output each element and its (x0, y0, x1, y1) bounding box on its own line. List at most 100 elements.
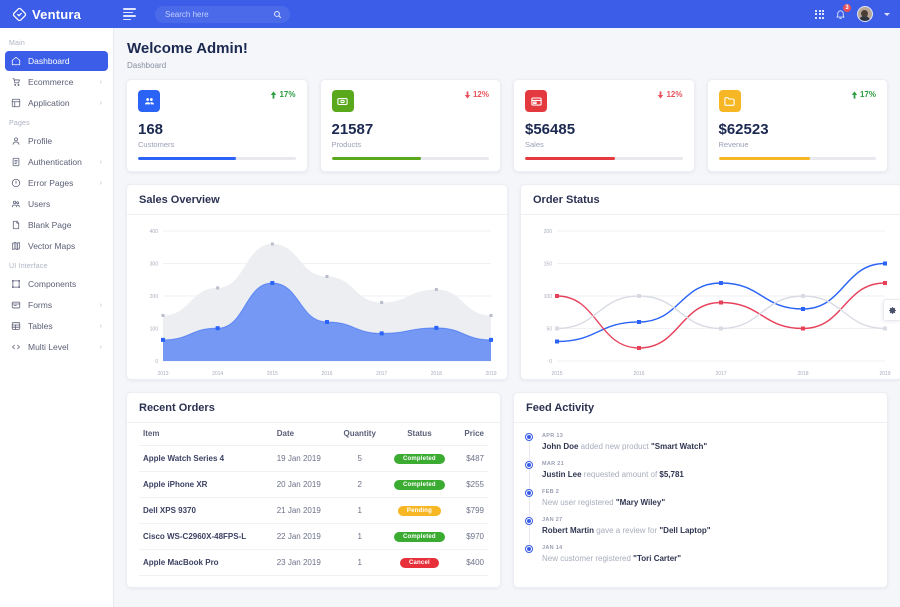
chart-row: Sales Overview 0 100 200 300 400 2013 2014 2015… (126, 183, 900, 380)
feed-action: gave a review for (594, 525, 660, 535)
home-icon (11, 56, 21, 66)
feed-target: "Tori Carter" (633, 553, 682, 563)
feed-target: "Mary Wiley" (615, 497, 666, 507)
feed-item[interactable]: MAR 21 Justin Lee requested amount of $5,… (524, 461, 879, 479)
sidebar-item-forms[interactable]: Forms › (5, 295, 108, 315)
chevron-right-icon: › (99, 301, 102, 309)
stat-trend: 17% (851, 90, 876, 99)
order-price: $255 (454, 471, 488, 498)
feed-item[interactable]: FEB 2 New user registered "Mary Wiley" (524, 489, 879, 507)
svg-text:2017: 2017 (376, 371, 387, 377)
feed-item[interactable]: JAN 14 New customer registered "Tori Cart… (524, 545, 879, 563)
recent-orders-table-wrap: Item Date Quantity Status Price Apple Watch … (127, 422, 500, 587)
sidebar-section-label: Main (9, 40, 25, 47)
stat-card-row: 17% 168 Customers 12% 21587 Products 12% $56485… (126, 79, 888, 172)
order-status-chart[interactable]: 0 50 100 150 200 2015 2016 2017 2018 2019 (521, 215, 900, 385)
grid-apps-icon[interactable] (815, 9, 824, 19)
status-badge: Completed (394, 479, 445, 490)
stat-value: 168 (138, 121, 164, 138)
svg-text:400: 400 (150, 229, 159, 235)
search-box[interactable] (155, 5, 290, 23)
sidebar-item-label: Vector Maps (28, 241, 76, 251)
status-badge: Completed (394, 453, 445, 464)
feed-actor: John Doe (542, 441, 579, 451)
grid-icon (11, 98, 21, 108)
order-item: Apple iPhone XR (139, 471, 273, 498)
recent-orders-table: Item Date Quantity Status Price Apple Watch … (139, 422, 488, 576)
sidebar-item-components[interactable]: Components (5, 274, 108, 294)
sidebar-item-vector-maps[interactable]: Vector Maps (5, 236, 108, 256)
chevron-right-icon: › (99, 179, 102, 187)
sidebar-section-label: Pages (9, 120, 30, 127)
feed-text: New user registered "Mary Wiley" (542, 498, 879, 507)
sidebar-item-ecommerce[interactable]: Ecommerce › (5, 72, 108, 92)
sidebar-item-authentication[interactable]: Authentication › (5, 152, 108, 172)
table-row[interactable]: Apple iPhone XR 20 Jan 2019 2 Completed $255 (139, 471, 488, 498)
stat-progress-bar (718, 157, 876, 160)
sidebar-item-label: Tables (28, 321, 53, 331)
feed-action: added new product (578, 441, 651, 451)
svg-text:2016: 2016 (633, 371, 644, 377)
sidebar-item-blank-page[interactable]: Blank Page (5, 215, 108, 235)
sidebar-item-profile[interactable]: Profile (5, 131, 108, 151)
order-status-cell: Completed (384, 523, 455, 550)
diamond-check-logo-icon (12, 7, 27, 22)
table-row[interactable]: Apple MacBook Pro 23 Jan 2019 1 Cancel $400 (139, 549, 488, 576)
sidebar-section-label: UI Interface (9, 263, 48, 270)
sidebar-item-multi-level[interactable]: Multi Level › (5, 337, 108, 357)
table-row[interactable]: Apple Watch Series 4 19 Jan 2019 5 Complete… (139, 445, 488, 472)
sidebar-item-label: Application (28, 98, 70, 108)
chevron-right-icon: › (99, 322, 102, 330)
sidebar-item-tables[interactable]: Tables › (5, 316, 108, 336)
sidebar-item-error-pages[interactable]: Error Pages › (5, 173, 108, 193)
feed-activity-panel: Feed Activity APR 13 John Doe added new p… (513, 391, 888, 588)
sidebar-item-label: Error Pages (28, 178, 74, 188)
file-lock-icon (11, 157, 21, 167)
sidebar-item-dashboard[interactable]: Dashboard (5, 51, 108, 71)
avatar[interactable] (857, 6, 873, 22)
feed-text: Robert Martin gave a review for "Dell La… (542, 526, 879, 535)
order-date: 21 Jan 2019 (272, 497, 336, 524)
feed-date: FEB 2 (542, 488, 560, 495)
sidebar-item-label: Multi Level (28, 342, 69, 352)
svg-text:200: 200 (150, 294, 159, 300)
feed-text: Justin Lee requested amount of $5,781 (542, 470, 879, 479)
main-content: Welcome Admin! Dashboard 17% 168 Customers… (114, 28, 900, 607)
table-row[interactable]: Dell XPS 9370 21 Jan 2019 1 Pending $799 (139, 497, 488, 524)
stat-card-sales: 12% $56485 Sales (513, 79, 695, 172)
brand-logo[interactable]: Ventura (0, 0, 115, 28)
feed-text: New customer registered "Tori Carter" (542, 554, 879, 563)
sidebar-item-application[interactable]: Application › (5, 93, 108, 113)
sales-overview-panel: Sales Overview 0 100 200 300 400 2013 2014 2015… (126, 183, 508, 380)
credit-card-icon (525, 90, 547, 112)
stat-card-top: 17% (718, 90, 876, 112)
feed-item[interactable]: APR 13 John Doe added new product "Smart … (524, 433, 879, 451)
stat-card-top: 12% (331, 90, 489, 112)
sales-overview-chart[interactable]: 0 100 200 300 400 2013 2014 2015 2016 2017 2018 201… (127, 215, 507, 385)
sidebar-item-label: Components (28, 279, 77, 289)
sales-overview-title: Sales Overview (127, 185, 507, 215)
status-badge: Pending (397, 505, 441, 516)
hamburger-icon[interactable] (123, 8, 149, 20)
order-quantity: 1 (335, 497, 385, 524)
alert-circle-icon (11, 178, 21, 188)
search-input[interactable] (163, 8, 273, 20)
search-icon[interactable] (273, 10, 282, 19)
sidebar-item-label: Authentication (28, 157, 82, 167)
sidebar-item-users[interactable]: Users (5, 194, 108, 214)
folder-icon (718, 90, 741, 112)
order-date: 19 Jan 2019 (272, 445, 336, 472)
svg-text:2018: 2018 (797, 371, 808, 377)
stat-trend-value: 12% (472, 90, 489, 99)
feed-item[interactable]: JAN 27 Robert Martin gave a review for "D… (524, 517, 879, 535)
svg-text:2019: 2019 (879, 371, 890, 377)
svg-text:0: 0 (155, 359, 158, 365)
feed-date: JAN 14 (542, 544, 563, 551)
table-row[interactable]: Cisco WS-C2960X-48FPS-L 22 Jan 2019 1 Compl… (139, 523, 488, 550)
svg-text:2019: 2019 (485, 371, 496, 377)
chevron-down-icon[interactable] (884, 12, 890, 16)
bell-icon[interactable]: 3 (835, 3, 851, 20)
settings-gear-tab[interactable] (883, 299, 900, 321)
timeline-dot-icon (525, 433, 532, 440)
code-icon (11, 342, 21, 352)
